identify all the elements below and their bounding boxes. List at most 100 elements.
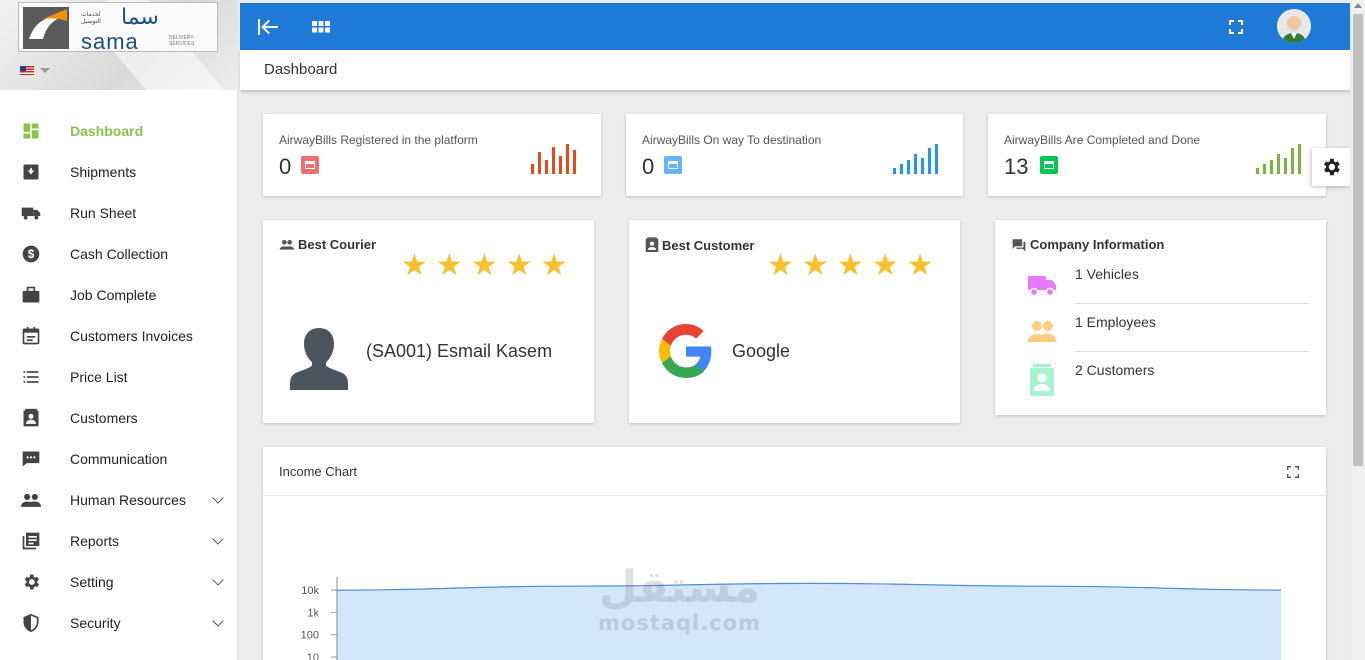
language-selector[interactable] (20, 66, 50, 75)
sidebar-item-setting[interactable]: Setting (0, 561, 238, 602)
logo-arabic: سما (121, 5, 159, 30)
sidebar-item-label: Human Resources (70, 491, 186, 508)
sidebar-item-security[interactable]: Security (0, 602, 238, 643)
person-silhouette-icon (290, 328, 348, 390)
star-icon: ★ (435, 249, 463, 282)
list-icon (21, 367, 41, 387)
mini-bar (907, 160, 910, 174)
employees-count: 1 Employees (1075, 314, 1156, 330)
logo-text: sama (81, 29, 139, 54)
svg-text:$: $ (28, 248, 35, 261)
chevron-down-icon[interactable] (212, 492, 224, 504)
best-courier-title: Best Courier (279, 237, 376, 252)
calendar-icon (21, 326, 41, 346)
inbox-icon (1040, 156, 1058, 174)
people-icon (21, 490, 41, 510)
sidebar-item-label: Setting (70, 573, 114, 590)
contact-card-icon (1030, 364, 1054, 396)
company-info-card: Company Information 1 Vehicles 1 Employe… (995, 220, 1326, 415)
courier-name: (SA001) Esmail Kasem (366, 341, 553, 361)
company-info-title: Company Information (1011, 237, 1164, 252)
inbox-icon (664, 156, 682, 174)
contact-card-icon (21, 408, 41, 428)
company-logo[interactable]: سما sama لخدمات التوصيل DELIVERY SERVICE… (18, 2, 218, 54)
chat-icon (21, 449, 41, 469)
logo-subtitle-ar: لخدمات التوصيل (81, 11, 101, 25)
breadcrumb: Dashboard (264, 61, 338, 78)
sidebar-item-price-list[interactable]: Price List (0, 356, 238, 397)
grid-icon[interactable] (309, 15, 333, 39)
mini-bar (914, 154, 917, 174)
truck-icon (21, 203, 41, 223)
mini-bar (893, 168, 896, 174)
mini-bar (1270, 160, 1273, 174)
us-flag-icon (20, 66, 34, 75)
best-customer-card: Best Customer ★ ★ ★ ★ ★ Google (629, 220, 960, 423)
sidebar-item-communication[interactable]: Communication (0, 438, 238, 479)
dollar-icon: $ (21, 244, 41, 264)
logo-mark-icon (23, 7, 69, 49)
user-avatar-icon (1277, 9, 1311, 43)
sidebar-item-reports[interactable]: Reports (0, 520, 238, 561)
star-icon: ★ (505, 249, 533, 282)
sidebar-item-label: Dashboard (70, 122, 144, 139)
sidebar-item-label: Price List (70, 368, 128, 385)
fullscreen-icon[interactable] (1285, 464, 1301, 480)
sidebar-item-human-resources[interactable]: Human Resources (0, 479, 238, 520)
chevron-down-icon[interactable] (212, 533, 224, 545)
sidebar-item-job-complete[interactable]: Job Complete (0, 274, 238, 315)
rating-stars: ★ ★ ★ ★ ★ (401, 251, 568, 281)
dashboard-icon (21, 121, 41, 141)
chevron-down-icon[interactable] (212, 574, 224, 586)
sidebar-item-run-sheet[interactable]: Run Sheet (0, 192, 238, 233)
income-area (337, 583, 1281, 660)
y-tick-label: 10 (307, 652, 319, 660)
bar-chart-icon (531, 144, 576, 174)
best-courier-card: Best Courier ★ ★ ★ ★ ★ (SA001) Esmail Kasem (263, 220, 594, 423)
topbar (240, 3, 1350, 50)
bar-chart-icon (1256, 144, 1301, 174)
stat-value: 0 (279, 154, 292, 179)
mini-bar (531, 164, 534, 174)
stat-title: AirwayBills Registered in the platform (279, 133, 478, 147)
scroll-up-arrow-icon[interactable] (1354, 3, 1362, 8)
user-avatar[interactable] (1277, 9, 1311, 43)
logo-subtitle: DELIVERY SERVICES (169, 35, 195, 47)
collapse-left-icon[interactable] (256, 15, 280, 39)
stat-card-registered: AirwayBills Registered in the platform 0 (263, 114, 601, 196)
income-chart-plot: 10k 1k 100 10 (301, 577, 1282, 660)
sidebar-item-label: Cash Collection (70, 245, 169, 262)
star-icon: ★ (836, 249, 864, 282)
bar-chart-icon (893, 144, 938, 174)
scroll-thumb[interactable] (1353, 14, 1363, 466)
sidebar-item-label: Communication (70, 450, 168, 467)
stat-card-on-way: AirwayBills On way To destination 0 (626, 114, 963, 196)
sidebar-item-dashboard[interactable]: Dashboard (0, 110, 238, 151)
gear-icon (21, 572, 41, 592)
page-scrollbar[interactable] (1350, 0, 1365, 660)
chevron-down-icon (40, 68, 50, 73)
sidebar-item-shipments[interactable]: Shipments (0, 151, 238, 192)
sidebar-item-customers[interactable]: Customers (0, 397, 238, 438)
chart-title: Income Chart (279, 464, 358, 479)
inbox-icon (301, 156, 319, 174)
sidebar: سما sama لخدمات التوصيل DELIVERY SERVICE… (0, 0, 238, 660)
y-tick-label: 10k (301, 585, 319, 597)
chevron-down-icon[interactable] (212, 615, 224, 627)
stat-card-completed: AirwayBills Are Completed and Done 13 (988, 114, 1326, 196)
star-icon: ★ (871, 249, 899, 282)
stat-value: 0 (642, 154, 655, 179)
stat-title: AirwayBills Are Completed and Done (1004, 133, 1201, 147)
mini-bar (1256, 168, 1259, 174)
y-tick-label: 1k (307, 607, 319, 619)
sidebar-item-label: Shipments (70, 163, 137, 180)
fullscreen-icon[interactable] (1224, 15, 1248, 39)
star-icon: ★ (767, 249, 794, 282)
star-icon: ★ (906, 249, 934, 282)
sidebar-item-customers-invoices[interactable]: Customers Invoices (0, 315, 238, 356)
y-tick-label: 100 (301, 630, 319, 642)
breadcrumb-bar: Dashboard (240, 50, 1350, 90)
sidebar-item-cash-collection[interactable]: $ Cash Collection (0, 233, 238, 274)
google-logo-icon (659, 324, 712, 378)
settings-gear-button[interactable] (1312, 148, 1350, 186)
